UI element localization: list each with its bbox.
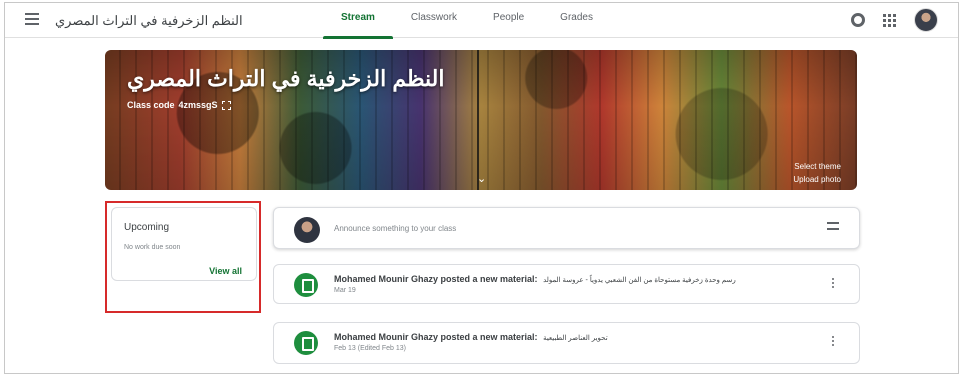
class-title[interactable]: النظم الزخرفية في التراث المصري <box>55 13 243 29</box>
gear-icon[interactable] <box>851 13 865 27</box>
material-icon <box>294 273 318 297</box>
classroom-window: النظم الزخرفية في التراث المصري Stream C… <box>4 2 959 374</box>
repost-icon[interactable] <box>827 222 839 234</box>
post-material-title: رسم وحدة زخرفية مستوحاة من الفن الشعبي ي… <box>543 277 736 284</box>
stream-post[interactable]: Mohamed Mounir Ghazy posted a new materi… <box>273 264 860 304</box>
announce-box[interactable]: Announce something to your class <box>273 207 860 249</box>
view-all-link[interactable]: View all <box>209 266 242 276</box>
class-code-value: 4zmssgS <box>178 100 218 110</box>
post-material-title: تحوير العناصر الطبيعية <box>543 335 608 342</box>
avatar[interactable] <box>914 8 938 32</box>
upload-photo-link[interactable]: Upload photo <box>793 173 841 186</box>
chevron-down-icon[interactable]: ⌄ <box>477 172 486 185</box>
class-banner: النظم الزخرفية في التراث المصري Class co… <box>105 50 857 190</box>
apps-grid-icon[interactable] <box>883 13 896 27</box>
stream-post[interactable]: Mohamed Mounir Ghazy posted a new materi… <box>273 322 860 364</box>
menu-icon[interactable] <box>25 13 39 25</box>
more-options-icon[interactable] <box>832 278 835 290</box>
upcoming-title: Upcoming <box>124 222 170 233</box>
tab-people[interactable]: People <box>475 3 542 38</box>
tab-grades[interactable]: Grades <box>542 3 611 38</box>
top-bar: النظم الزخرفية في التراث المصري Stream C… <box>5 3 958 39</box>
upcoming-subtitle: No work due soon <box>124 244 181 251</box>
tab-classwork[interactable]: Classwork <box>393 3 475 38</box>
post-date: Mar 19 <box>334 287 356 294</box>
more-options-icon[interactable] <box>832 336 835 348</box>
post-headline: Mohamed Mounir Ghazy posted a new materi… <box>334 332 608 342</box>
select-theme-link[interactable]: Select theme <box>793 160 841 173</box>
post-author: Mohamed Mounir Ghazy posted a new materi… <box>334 274 538 284</box>
upcoming-highlight: Upcoming No work due soon View all <box>105 201 261 313</box>
post-headline: Mohamed Mounir Ghazy posted a new materi… <box>334 274 736 284</box>
tab-stream[interactable]: Stream <box>323 3 393 39</box>
upcoming-card: Upcoming No work due soon View all <box>111 207 257 281</box>
banner-title: النظم الزخرفية في التراث المصري <box>127 66 445 91</box>
avatar <box>294 217 320 243</box>
fullscreen-icon[interactable] <box>221 100 231 110</box>
post-date: Feb 13 (Edited Feb 13) <box>334 345 406 352</box>
banner-divider <box>477 50 479 190</box>
class-code: Class code 4zmssgS <box>127 100 231 110</box>
class-code-label: Class code <box>127 100 175 110</box>
banner-links: Select theme Upload photo <box>793 160 841 186</box>
announce-input[interactable]: Announce something to your class <box>334 224 456 233</box>
post-author: Mohamed Mounir Ghazy posted a new materi… <box>334 332 538 342</box>
top-icons <box>851 8 938 32</box>
tab-bar: Stream Classwork People Grades <box>323 3 611 39</box>
material-icon <box>294 331 318 355</box>
